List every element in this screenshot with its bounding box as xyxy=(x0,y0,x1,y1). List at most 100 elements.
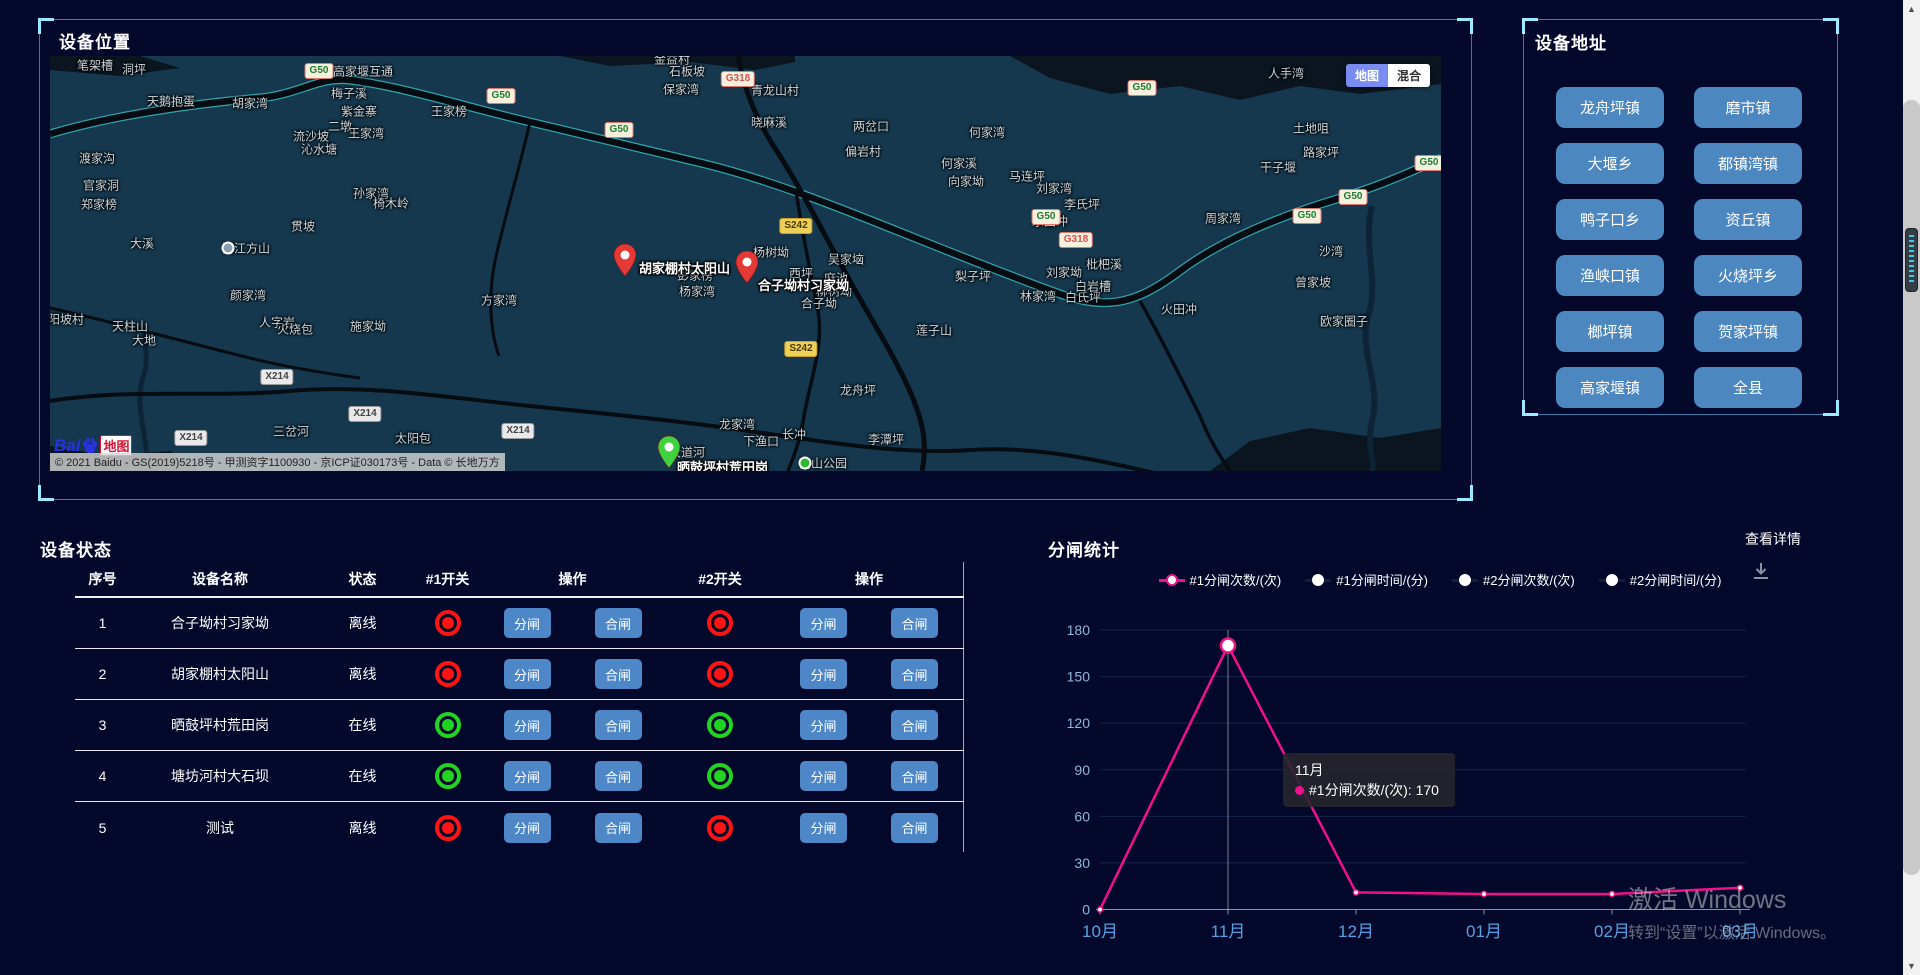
open-switch-button[interactable]: 分闸 xyxy=(800,813,847,843)
map-place-label: 贯坡 xyxy=(291,218,315,235)
map-place-label: 两岔口 xyxy=(853,118,889,135)
map-place-label: 王家榜 xyxy=(431,103,467,120)
column-header: 状态 xyxy=(349,569,377,589)
open-switch-button[interactable]: 分闸 xyxy=(800,608,847,638)
row-index: 5 xyxy=(99,820,107,836)
open-switch-button[interactable]: 分闸 xyxy=(504,813,551,843)
address-button-火烧坪乡[interactable]: 火烧坪乡 xyxy=(1694,255,1802,296)
map-type-hybrid-button[interactable]: 混合 xyxy=(1388,64,1430,87)
road-badge-g50: G50 xyxy=(605,122,634,138)
close-switch-button[interactable]: 合闸 xyxy=(891,761,938,791)
vertical-scrollbar[interactable]: ▲ ▼ xyxy=(1903,0,1920,975)
column-header: 操作 xyxy=(559,569,587,589)
address-button-鸭子口乡[interactable]: 鸭子口乡 xyxy=(1556,199,1664,240)
row-index: 4 xyxy=(99,768,107,784)
map-place-label: 火田冲 xyxy=(1161,301,1197,318)
address-button-磨市镇[interactable]: 磨市镇 xyxy=(1694,87,1802,128)
legend-item[interactable]: #2分闸时间/(分) xyxy=(1599,570,1722,589)
scrollbar-thumb[interactable] xyxy=(1903,100,1920,875)
device-name: 测试 xyxy=(206,818,234,838)
map-place-label: 椅木岭 xyxy=(373,195,409,212)
map-place-label: 梅子溪 xyxy=(331,85,367,102)
map-pin-icon[interactable] xyxy=(614,244,636,276)
map-place-label: 梨子坪 xyxy=(955,268,991,285)
chart-tooltip: 11月 #1分闸次数/(次): 170 xyxy=(1283,753,1455,807)
close-switch-button[interactable]: 合闸 xyxy=(891,608,938,638)
map-place-label: 何家溪 xyxy=(941,155,977,172)
switch2-indicator-red xyxy=(707,661,733,687)
scrollbar-marker[interactable] xyxy=(1905,228,1918,292)
view-details-link[interactable]: 查看详情 xyxy=(1745,529,1801,549)
map-place-label: 白岩槽 xyxy=(1075,278,1111,295)
corner-bracket xyxy=(1522,400,1538,416)
address-button-渔峡口镇[interactable]: 渔峡口镇 xyxy=(1556,255,1664,296)
svg-text:12月: 12月 xyxy=(1338,922,1374,941)
map-place-label: 干子堰 xyxy=(1260,159,1296,176)
open-switch-button[interactable]: 分闸 xyxy=(504,710,551,740)
open-switch-button[interactable]: 分闸 xyxy=(800,710,847,740)
map-place-label: 李潭坪 xyxy=(868,431,904,448)
address-button-资丘镇[interactable]: 资丘镇 xyxy=(1694,199,1802,240)
svg-text:30: 30 xyxy=(1074,855,1090,871)
open-switch-button[interactable]: 分闸 xyxy=(504,608,551,638)
address-button-贺家坪镇[interactable]: 贺家坪镇 xyxy=(1694,311,1802,352)
dashboard-screen: 设备位置 笔架槽洞坪天鹅抱蛋胡家湾高家堰互通梅子溪紫金寨二墩渡家沟官家洞郑家榜 xyxy=(0,0,1920,975)
scroll-up-arrow[interactable]: ▲ xyxy=(1903,4,1920,14)
address-button-全县[interactable]: 全县 xyxy=(1694,367,1802,408)
map-place-label: 龙家湾 xyxy=(719,416,755,433)
map-place-label: 吴家垴 xyxy=(828,251,864,268)
open-switch-button[interactable]: 分闸 xyxy=(800,659,847,689)
close-switch-button[interactable]: 合闸 xyxy=(595,710,642,740)
map-place-label: 杨树坳 xyxy=(753,244,789,261)
corner-bracket xyxy=(1823,400,1839,416)
corner-bracket xyxy=(1457,18,1473,34)
close-switch-button[interactable]: 合闸 xyxy=(891,659,938,689)
device-status: 离线 xyxy=(349,664,377,684)
close-switch-button[interactable]: 合闸 xyxy=(595,761,642,791)
close-switch-button[interactable]: 合闸 xyxy=(891,710,938,740)
address-button-高家堰镇[interactable]: 高家堰镇 xyxy=(1556,367,1664,408)
trip-stats-title: 分闸统计 xyxy=(1048,536,1120,561)
legend-item[interactable]: #1分闸时间/(分) xyxy=(1305,570,1428,589)
baidu-map[interactable]: 笔架槽洞坪天鹅抱蛋胡家湾高家堰互通梅子溪紫金寨二墩渡家沟官家洞郑家榜流沙坡沁水塘… xyxy=(50,56,1441,471)
map-pin-icon[interactable] xyxy=(736,251,758,283)
device-status: 在线 xyxy=(349,715,377,735)
table-row: 2胡家棚村太阳山离线分闸合闸分闸合闸 xyxy=(75,649,964,700)
table-header-row: 序号设备名称状态#1开关操作#2开关操作 xyxy=(75,562,964,598)
switch2-indicator-green xyxy=(707,712,733,738)
map-place-label: 枇杷溪 xyxy=(1086,256,1122,273)
legend-item[interactable]: #1分闸次数/(次) xyxy=(1159,570,1282,589)
open-switch-button[interactable]: 分闸 xyxy=(504,761,551,791)
map-place-label: 刘家湾 xyxy=(1036,180,1072,197)
close-switch-button[interactable]: 合闸 xyxy=(891,813,938,843)
column-header: #1开关 xyxy=(426,569,470,589)
svg-text:02月: 02月 xyxy=(1594,922,1630,941)
address-button-榔坪镇[interactable]: 榔坪镇 xyxy=(1556,311,1664,352)
map-type-map-button[interactable]: 地图 xyxy=(1346,64,1388,87)
road-badge-g318: G318 xyxy=(1059,232,1093,248)
switch1-indicator-green xyxy=(435,763,461,789)
map-place-label: 晓麻溪 xyxy=(751,114,787,131)
open-switch-button[interactable]: 分闸 xyxy=(504,659,551,689)
address-button-大堰乡[interactable]: 大堰乡 xyxy=(1556,143,1664,184)
address-button-都镇湾镇[interactable]: 都镇湾镇 xyxy=(1694,143,1802,184)
address-button-龙舟坪镇[interactable]: 龙舟坪镇 xyxy=(1556,87,1664,128)
map-place-label: 火烧包 xyxy=(277,321,313,338)
scroll-down-arrow[interactable]: ▼ xyxy=(1903,961,1920,971)
map-place-label: 欧家圈子 xyxy=(1320,313,1368,330)
open-switch-button[interactable]: 分闸 xyxy=(800,761,847,791)
svg-text:180: 180 xyxy=(1067,622,1091,638)
legend-item[interactable]: #2分闸次数/(次) xyxy=(1452,570,1575,589)
close-switch-button[interactable]: 合闸 xyxy=(595,608,642,638)
map-place-label: 施家坳 xyxy=(350,318,386,335)
map-place-label: 保家湾 xyxy=(663,81,699,98)
close-switch-button[interactable]: 合闸 xyxy=(595,659,642,689)
tooltip-month: 11月 xyxy=(1295,760,1443,780)
close-switch-button[interactable]: 合闸 xyxy=(595,813,642,843)
map-place-label: 合子坳 xyxy=(801,295,837,312)
legend-label: #1分闸次数/(次) xyxy=(1190,570,1282,589)
svg-text:120: 120 xyxy=(1067,715,1091,731)
svg-text:0: 0 xyxy=(1082,902,1090,918)
map-place-label: 王家湾 xyxy=(348,125,384,142)
map-place-label: 沁水塘 xyxy=(301,141,337,158)
